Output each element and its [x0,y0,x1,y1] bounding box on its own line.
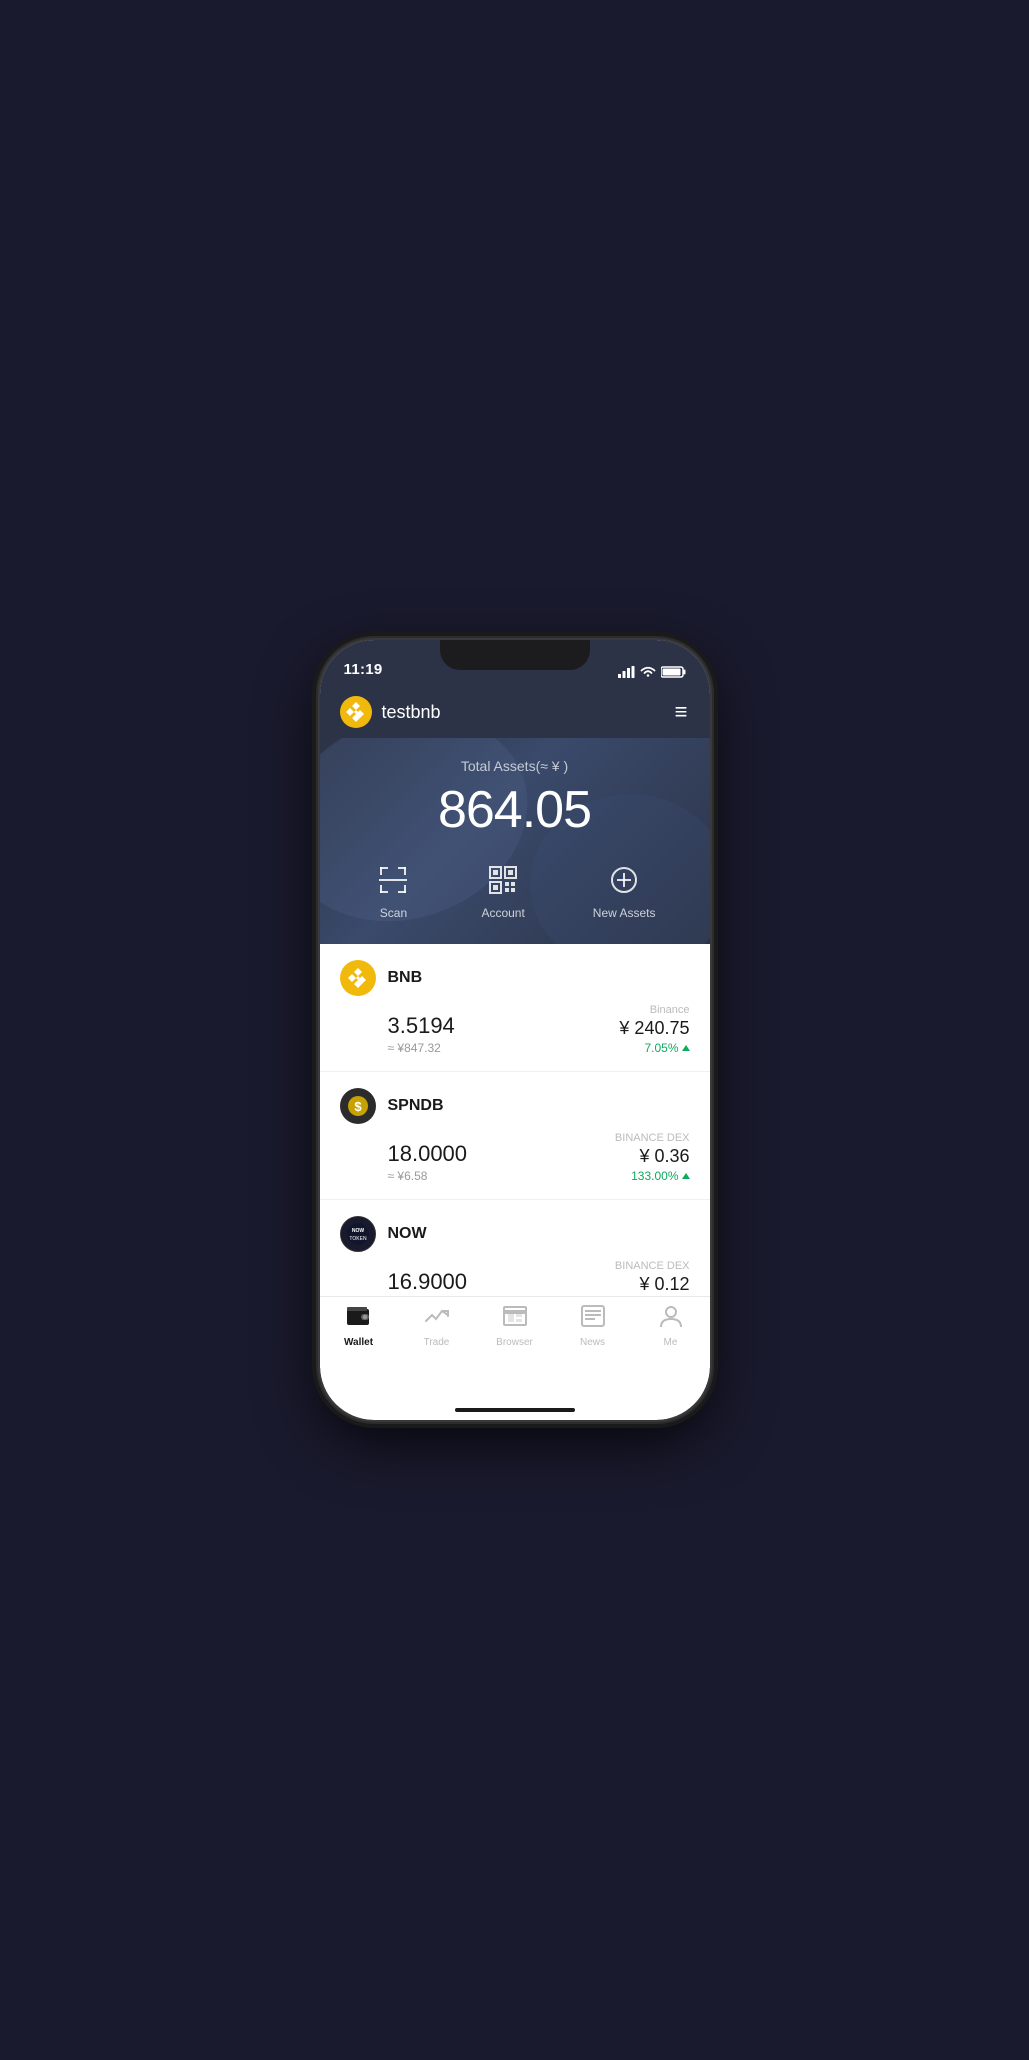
phone-inner: 11:19 [320,640,710,1420]
hero-actions: Scan [340,860,690,920]
asset-balance-block-bnb: 3.5194 ≈ ¥847.32 [388,1013,455,1055]
asset-item-bnb[interactable]: BNB 3.5194 ≈ ¥847.32 Binance ¥ 240.75 7.… [320,944,710,1072]
asset-price-bnb: ¥ 240.75 [619,1018,689,1039]
nav-me-label: Me [664,1337,678,1348]
account-button[interactable]: Account [481,860,524,920]
new-assets-label: New Assets [593,906,656,920]
asset-change-bnb: 7.05% [619,1041,689,1055]
total-assets-value: 864.05 [340,780,690,840]
account-label: Account [481,906,524,920]
asset-balance-now: 16.9000 [388,1269,468,1295]
status-time: 11:19 [344,661,383,678]
browser-icon [503,1305,527,1333]
total-assets-label: Total Assets(≈ ¥ ) [340,758,690,774]
asset-change-spndb: 133.00% [615,1169,690,1183]
trade-icon [425,1305,449,1333]
me-icon [659,1305,683,1333]
username: testbnb [382,702,441,723]
asset-item-now[interactable]: NOW TOKEN NOW 16.9000 ≈ ¥2.13 BINANCE DE… [320,1200,710,1296]
news-icon [581,1305,605,1333]
asset-price-block-spndb: BINANCE DEX ¥ 0.36 133.00% [615,1132,690,1183]
asset-price-block-now: BINANCE DEX ¥ 0.12 -3334.00% [615,1260,690,1296]
wallet-icon [347,1305,371,1333]
header-left: testbnb [340,696,441,728]
nav-news[interactable]: News [563,1305,623,1348]
asset-header-bnb: BNB [340,960,690,996]
menu-button[interactable]: ≡ [675,701,690,723]
asset-cny-bnb: ≈ ¥847.32 [388,1041,455,1055]
nav-trade[interactable]: Trade [407,1305,467,1348]
asset-header-now: NOW TOKEN NOW [340,1216,690,1252]
nav-news-label: News [580,1337,605,1348]
scan-label: Scan [380,906,407,920]
asset-exchange-spndb: BINANCE DEX [615,1132,690,1144]
asset-icon-spndb: $ [340,1088,376,1124]
nav-wallet[interactable]: Wallet [329,1305,389,1348]
asset-balance-block-spndb: 18.0000 ≈ ¥6.58 [388,1141,468,1183]
new-assets-icon [604,860,644,900]
hero-section: Total Assets(≈ ¥ ) 864.05 [320,738,710,944]
battery-icon [661,666,686,678]
nav-me[interactable]: Me [641,1305,701,1348]
nav-browser-label: Browser [496,1337,533,1348]
svg-text:TOKEN: TOKEN [349,1236,367,1242]
asset-header-spndb: $ SPNDB [340,1088,690,1124]
nav-trade-label: Trade [424,1337,450,1348]
signal-icon [618,666,635,678]
asset-name-now: NOW [388,1225,427,1243]
home-indicator [455,1408,575,1412]
asset-price-now: ¥ 0.12 [615,1274,690,1295]
asset-details-now: 16.9000 ≈ ¥2.13 BINANCE DEX ¥ 0.12 -3334… [340,1260,690,1296]
notch [440,640,590,670]
asset-balance-block-now: 16.9000 ≈ ¥2.13 [388,1269,468,1296]
asset-details-bnb: 3.5194 ≈ ¥847.32 Binance ¥ 240.75 7.05% [340,1004,690,1055]
qr-icon [483,860,523,900]
asset-exchange-now: BINANCE DEX [615,1260,690,1272]
app-header: testbnb ≡ [320,684,710,738]
asset-details-spndb: 18.0000 ≈ ¥6.58 BINANCE DEX ¥ 0.36 133.0… [340,1132,690,1183]
asset-name-spndb: SPNDB [388,1097,444,1115]
asset-price-spndb: ¥ 0.36 [615,1146,690,1167]
bottom-nav: Wallet Trade [320,1296,710,1368]
bnb-logo-header [340,696,372,728]
arrow-up-bnb [682,1045,690,1051]
asset-balance-spndb: 18.0000 [388,1141,468,1167]
asset-cny-spndb: ≈ ¥6.58 [388,1169,468,1183]
asset-item-spndb[interactable]: $ SPNDB 18.0000 ≈ ¥6.58 BINANCE DEX ¥ 0.… [320,1072,710,1200]
wifi-icon [640,666,656,678]
asset-icon-bnb [340,960,376,996]
asset-balance-bnb: 3.5194 [388,1013,455,1039]
nav-browser[interactable]: Browser [485,1305,545,1348]
new-assets-button[interactable]: New Assets [593,860,656,920]
asset-icon-now: NOW TOKEN [340,1216,376,1252]
asset-name-bnb: BNB [388,969,423,987]
scan-button[interactable]: Scan [373,860,413,920]
svg-text:NOW: NOW [351,1228,364,1234]
asset-exchange-bnb: Binance [619,1004,689,1016]
phone-frame: 11:19 [320,640,710,1420]
status-icons [618,666,686,678]
asset-list: BNB 3.5194 ≈ ¥847.32 Binance ¥ 240.75 7.… [320,944,710,1296]
arrow-up-spndb [682,1173,690,1179]
svg-text:$: $ [354,1099,362,1114]
nav-wallet-label: Wallet [344,1337,373,1348]
scan-icon [373,860,413,900]
asset-price-block-bnb: Binance ¥ 240.75 7.05% [619,1004,689,1055]
